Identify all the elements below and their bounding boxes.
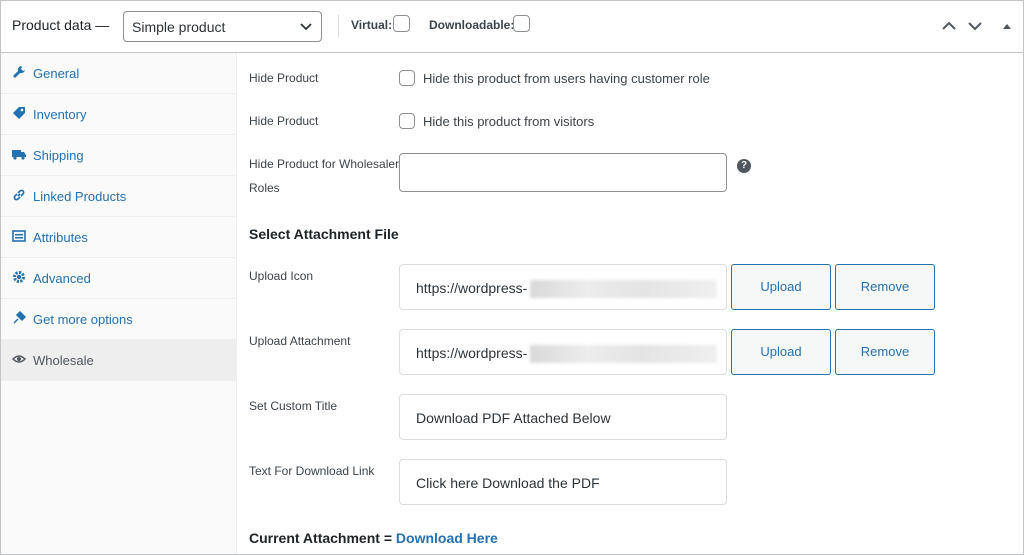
upload-icon-label: Upload Icon xyxy=(249,269,314,283)
wholesaler-roles-label-line2: Roles xyxy=(249,181,280,195)
hide-customer-text: Hide this product from users having cust… xyxy=(423,71,710,86)
collapse-triangle-icon[interactable] xyxy=(998,17,1016,35)
upload-attachment-input[interactable]: https://wordpress- xyxy=(399,329,727,375)
tab-label: Inventory xyxy=(33,107,87,122)
upload-icon-input[interactable]: https://wordpress- xyxy=(399,264,727,310)
virtual-label: Virtual: xyxy=(351,18,393,32)
hide-visitors-checkbox[interactable] xyxy=(399,113,415,129)
help-icon[interactable]: ? xyxy=(737,159,751,173)
gear-icon xyxy=(13,271,25,283)
tab-label: Shipping xyxy=(33,148,84,163)
custom-title-label: Set Custom Title xyxy=(249,399,338,413)
wholesaler-roles-input[interactable] xyxy=(399,153,727,192)
tab-label: Attributes xyxy=(33,230,88,245)
redacted-url xyxy=(530,280,717,298)
tab-label: Advanced xyxy=(33,271,91,286)
upload-icon-url: https://wordpress- xyxy=(416,280,528,296)
wrench-icon xyxy=(13,66,25,78)
current-attachment: Current Attachment = Download Here xyxy=(249,530,498,546)
tab-label: Linked Products xyxy=(33,189,127,204)
tab-general[interactable]: General xyxy=(1,53,236,94)
download-link-text-label: Text For Download Link xyxy=(249,464,375,478)
custom-title-input[interactable]: Download PDF Attached Below xyxy=(399,394,727,440)
upload-icon-button[interactable]: Upload xyxy=(731,264,831,310)
download-link-text-value: Click here Download the PDF xyxy=(416,475,600,491)
virtual-checkbox[interactable] xyxy=(393,15,410,32)
product-data-panel: Product data — Simple product Virtual: D… xyxy=(0,0,1024,555)
hide-customer-checkbox[interactable] xyxy=(399,70,415,86)
product-type-select[interactable]: Simple product xyxy=(123,11,322,42)
list-icon xyxy=(12,230,26,242)
product-data-header: Product data — Simple product Virtual: D… xyxy=(1,1,1023,53)
tab-label: General xyxy=(33,66,80,81)
upload-attachment-button[interactable]: Upload xyxy=(731,329,831,375)
remove-attachment-button[interactable]: Remove xyxy=(835,329,935,375)
upload-attachment-label: Upload Attachment xyxy=(249,334,351,348)
visibility-icon xyxy=(12,355,26,363)
chevron-up-icon[interactable] xyxy=(940,17,958,35)
product-data-tabs: General Inventory Shipping Linked Produc… xyxy=(1,53,237,554)
current-attachment-label: Current Attachment = xyxy=(249,530,393,546)
tab-advanced[interactable]: Advanced xyxy=(1,258,236,299)
download-here-link[interactable]: Download Here xyxy=(396,530,498,546)
tab-linked-products[interactable]: Linked Products xyxy=(1,176,236,217)
plugin-icon xyxy=(13,311,26,324)
section-title: Select Attachment File xyxy=(249,226,399,242)
tab-label: Get more options xyxy=(33,312,133,327)
wholesaler-roles-label-line1: Hide Product for Wholesaler xyxy=(249,157,400,171)
downloadable-label: Downloadable: xyxy=(429,18,515,32)
downloadable-checkbox[interactable] xyxy=(513,15,530,32)
tab-get-more-options[interactable]: Get more options xyxy=(1,299,236,340)
tab-label: Wholesale xyxy=(33,353,94,368)
truck-icon xyxy=(12,150,26,160)
link-icon xyxy=(13,189,25,201)
panel-title: Product data — xyxy=(12,17,110,33)
custom-title-value: Download PDF Attached Below xyxy=(416,410,611,426)
redacted-url xyxy=(530,345,717,363)
chevron-down-icon[interactable] xyxy=(966,17,984,35)
hide-visitors-text: Hide this product from visitors xyxy=(423,114,595,129)
product-type-value: Simple product xyxy=(132,19,226,35)
tab-wholesale[interactable]: Wholesale xyxy=(1,340,236,381)
remove-icon-button[interactable]: Remove xyxy=(835,264,935,310)
chevron-down-icon xyxy=(300,23,312,31)
download-link-text-input[interactable]: Click here Download the PDF xyxy=(399,459,727,505)
tab-inventory[interactable]: Inventory xyxy=(1,94,236,135)
tab-shipping[interactable]: Shipping xyxy=(1,135,236,176)
upload-attachment-url: https://wordpress- xyxy=(416,345,528,361)
hide-product-customer-label: Hide Product xyxy=(249,71,319,85)
tab-attributes[interactable]: Attributes xyxy=(1,217,236,258)
header-divider xyxy=(338,15,339,37)
hide-product-visitors-label: Hide Product xyxy=(249,114,319,128)
tag-icon xyxy=(13,107,25,119)
